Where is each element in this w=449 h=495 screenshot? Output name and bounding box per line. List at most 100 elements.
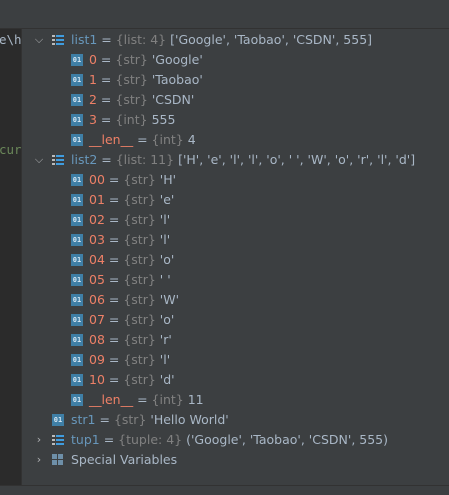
field-icon: 01 bbox=[71, 394, 83, 406]
item-type: {int} bbox=[151, 392, 184, 407]
variable-value: ('Google', 'Taobao', 'CSDN', 555) bbox=[186, 432, 388, 447]
grid-icon bbox=[52, 454, 64, 466]
field-icon: 01 bbox=[71, 314, 83, 326]
field-icon: 01 bbox=[71, 54, 83, 66]
field-icon: 01 bbox=[71, 214, 83, 226]
variable-tup1-row[interactable]: › tup1 = {tuple: 4} ('Google', 'Taobao',… bbox=[22, 430, 449, 450]
item-index: __len__ bbox=[89, 392, 134, 407]
list-item-row[interactable]: 01 1 = {str} 'Taobao' bbox=[22, 70, 449, 90]
list-item-row[interactable]: 01 04 = {str} 'o' bbox=[22, 250, 449, 270]
variable-type: {str} bbox=[113, 412, 147, 427]
item-index: 04 bbox=[89, 252, 105, 267]
field-icon: 01 bbox=[71, 174, 83, 186]
variable-value: ['H', 'e', 'l', 'l', 'o', ' ', 'W', 'o',… bbox=[178, 152, 416, 167]
item-type: {str} bbox=[115, 92, 148, 107]
field-icon: 01 bbox=[71, 94, 83, 106]
list-item-row[interactable]: 01 05 = {str} ' ' bbox=[22, 270, 449, 290]
code-fragment-string: cur bbox=[0, 142, 22, 157]
item-value: 'Google' bbox=[151, 52, 203, 67]
item-index: __len__ bbox=[89, 132, 134, 147]
list-item-row[interactable]: 01 03 = {str} 'l' bbox=[22, 230, 449, 250]
variable-type: {list: 11} bbox=[115, 152, 175, 167]
variable-name: tup1 bbox=[71, 432, 100, 447]
list-item-row[interactable]: 01 08 = {str} 'r' bbox=[22, 330, 449, 350]
list-item-row[interactable]: 01 02 = {str} 'l' bbox=[22, 210, 449, 230]
item-type: {str} bbox=[123, 252, 156, 267]
field-icon: 01 bbox=[71, 254, 83, 266]
variable-type: {tuple: 4} bbox=[118, 432, 183, 447]
chevron-right-icon[interactable]: › bbox=[33, 450, 45, 470]
variable-list2-row[interactable]: ⌵ list2 = {list: 11} ['H', 'e', 'l', 'l'… bbox=[22, 150, 449, 170]
item-value: 'l' bbox=[159, 352, 171, 367]
item-value: 4 bbox=[187, 132, 196, 147]
list-icon bbox=[52, 34, 64, 46]
variable-list1-row[interactable]: ⌵ list1 = {list: 4} ['Google', 'Taobao',… bbox=[22, 30, 449, 50]
list-item-row[interactable]: 01 00 = {str} 'H' bbox=[22, 170, 449, 190]
item-value: 'd' bbox=[159, 372, 175, 387]
field-icon: 01 bbox=[71, 334, 83, 346]
variable-name: str1 bbox=[71, 412, 96, 427]
item-index: 06 bbox=[89, 292, 105, 307]
item-index: 02 bbox=[89, 212, 105, 227]
debugger-toolbar bbox=[0, 0, 449, 29]
status-strip bbox=[0, 485, 449, 495]
list-item-row[interactable]: 01 06 = {str} 'W' bbox=[22, 290, 449, 310]
field-icon: 01 bbox=[71, 194, 83, 206]
item-type: {int} bbox=[115, 112, 148, 127]
item-value: 'Taobao' bbox=[151, 72, 203, 87]
field-icon: 01 bbox=[71, 354, 83, 366]
code-editor-strip[interactable]: e\h cur bbox=[0, 29, 22, 486]
field-icon: 01 bbox=[71, 74, 83, 86]
field-icon: 01 bbox=[71, 294, 83, 306]
item-index: 3 bbox=[89, 112, 97, 127]
variable-name: list1 bbox=[71, 32, 98, 47]
item-type: {str} bbox=[123, 232, 156, 247]
item-value: 'H' bbox=[159, 172, 177, 187]
list-item-row[interactable]: 01 2 = {str} 'CSDN' bbox=[22, 90, 449, 110]
list-item-row[interactable]: 01 0 = {str} 'Google' bbox=[22, 50, 449, 70]
item-type: {str} bbox=[123, 172, 156, 187]
field-icon: 01 bbox=[71, 114, 83, 126]
item-type: {int} bbox=[151, 132, 184, 147]
item-type: {str} bbox=[123, 272, 156, 287]
list-item-row[interactable]: 01 3 = {int} 555 bbox=[22, 110, 449, 130]
field-icon: 01 bbox=[71, 274, 83, 286]
list-item-row[interactable]: 01 09 = {str} 'l' bbox=[22, 350, 449, 370]
field-icon: 01 bbox=[71, 134, 83, 146]
chevron-down-icon[interactable]: ⌵ bbox=[33, 150, 45, 170]
item-value: 'r' bbox=[159, 332, 172, 347]
list-item-row[interactable]: 01 10 = {str} 'd' bbox=[22, 370, 449, 390]
item-index: 0 bbox=[89, 52, 97, 67]
item-value: 555 bbox=[151, 112, 176, 127]
list-icon bbox=[52, 434, 64, 446]
item-value: 'CSDN' bbox=[151, 92, 195, 107]
item-type: {str} bbox=[123, 332, 156, 347]
item-value: 'e' bbox=[159, 192, 175, 207]
list-item-row[interactable]: 01 07 = {str} 'o' bbox=[22, 310, 449, 330]
variable-name: list2 bbox=[71, 152, 98, 167]
variable-value: ['Google', 'Taobao', 'CSDN', 555] bbox=[170, 32, 373, 47]
special-variables-row[interactable]: › Special Variables bbox=[22, 450, 449, 470]
field-icon: 01 bbox=[71, 234, 83, 246]
variable-type: {list: 4} bbox=[115, 32, 167, 47]
item-value: 'l' bbox=[159, 212, 171, 227]
item-index: 00 bbox=[89, 172, 105, 187]
field-icon: 01 bbox=[71, 374, 83, 386]
list-item-row[interactable]: 01 01 = {str} 'e' bbox=[22, 190, 449, 210]
list-item-row[interactable]: 01 __len__ = {int} 4 bbox=[22, 130, 449, 150]
item-type: {str} bbox=[115, 72, 148, 87]
chevron-right-icon[interactable]: › bbox=[33, 430, 45, 450]
special-variables-label: Special Variables bbox=[71, 452, 178, 467]
item-type: {str} bbox=[123, 312, 156, 327]
field-icon: 01 bbox=[52, 414, 64, 426]
item-index: 05 bbox=[89, 272, 105, 287]
item-value: 'l' bbox=[159, 232, 171, 247]
item-index: 08 bbox=[89, 332, 105, 347]
chevron-down-icon[interactable]: ⌵ bbox=[33, 30, 45, 50]
item-index: 09 bbox=[89, 352, 105, 367]
item-type: {str} bbox=[123, 292, 156, 307]
variable-str1-row[interactable]: 01 str1 = {str} 'Hello World' bbox=[22, 410, 449, 430]
item-type: {str} bbox=[123, 352, 156, 367]
list-item-row[interactable]: 01 __len__ = {int} 11 bbox=[22, 390, 449, 410]
variables-tree: ⌵ list1 = {list: 4} ['Google', 'Taobao',… bbox=[22, 29, 449, 486]
